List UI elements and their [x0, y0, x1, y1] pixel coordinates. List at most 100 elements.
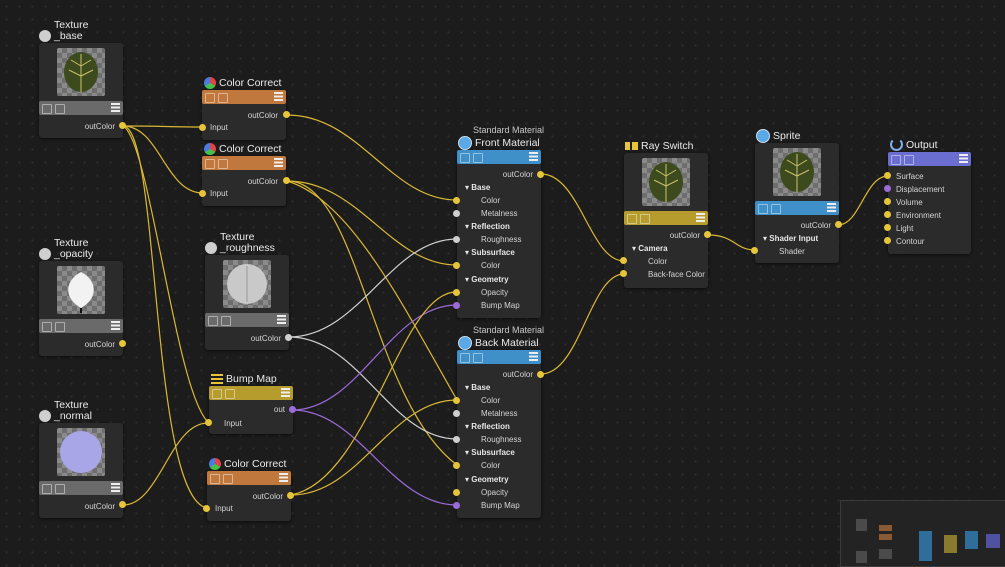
output-port[interactable]	[119, 340, 126, 347]
input-port-bump[interactable]	[453, 502, 460, 509]
input-port-sub-color[interactable]	[453, 462, 460, 469]
menu-icon[interactable]	[111, 321, 120, 330]
section-base[interactable]: ▾ Base	[465, 183, 490, 192]
preview-icon[interactable]	[221, 316, 231, 326]
input-port-surface[interactable]	[884, 172, 891, 179]
output-port[interactable]	[119, 501, 126, 508]
toggle-icon[interactable]	[208, 316, 218, 326]
output-port[interactable]	[283, 177, 290, 184]
preview-icon[interactable]	[218, 93, 228, 103]
input-port-color[interactable]	[620, 257, 627, 264]
menu-icon[interactable]	[111, 103, 120, 112]
output-port[interactable]	[283, 111, 290, 118]
input-port-sub-color[interactable]	[453, 262, 460, 269]
section-reflection[interactable]: ▾ Reflection	[465, 222, 510, 231]
output-port[interactable]	[704, 231, 711, 238]
preview-icon[interactable]	[218, 159, 228, 169]
menu-icon[interactable]	[529, 352, 538, 361]
toggle-icon[interactable]	[42, 322, 52, 332]
input-port-roughness[interactable]	[453, 436, 460, 443]
material-icon	[458, 336, 472, 350]
section-reflection[interactable]: ▾ Reflection	[465, 422, 510, 431]
preview-icon[interactable]	[55, 484, 65, 494]
node-toolbar	[202, 156, 286, 170]
menu-icon[interactable]	[529, 152, 538, 161]
preview-icon[interactable]	[473, 353, 483, 363]
wire	[707, 234, 756, 251]
input-port-roughness[interactable]	[453, 236, 460, 243]
output-port[interactable]	[119, 122, 126, 129]
input-port[interactable]	[199, 124, 206, 131]
output-port[interactable]	[835, 221, 842, 228]
section-geometry[interactable]: ▾ Geometry	[465, 275, 509, 284]
toggle-icon[interactable]	[460, 153, 470, 163]
output-port[interactable]	[287, 492, 294, 499]
wire	[291, 409, 458, 506]
toggle-icon[interactable]	[627, 214, 637, 224]
toggle-icon[interactable]	[205, 93, 215, 103]
input-port-contour[interactable]	[884, 237, 891, 244]
menu-icon[interactable]	[696, 213, 705, 222]
input-port-bump[interactable]	[453, 302, 460, 309]
input-port[interactable]	[203, 505, 210, 512]
input-port-metalness[interactable]	[453, 410, 460, 417]
output-label: outColor	[84, 502, 115, 511]
toggle-icon[interactable]	[212, 389, 222, 399]
minimap-node	[986, 534, 1000, 548]
section-shader-input[interactable]: ▾ Shader Input	[763, 234, 818, 243]
menu-icon[interactable]	[279, 473, 288, 482]
input-port[interactable]	[199, 190, 206, 197]
preview-icon[interactable]	[223, 474, 233, 484]
input-port-light[interactable]	[884, 224, 891, 231]
input-port-color[interactable]	[453, 397, 460, 404]
toggle-icon[interactable]	[205, 159, 215, 169]
menu-icon[interactable]	[277, 315, 286, 324]
toggle-icon[interactable]	[42, 104, 52, 114]
input-label: Input	[210, 123, 228, 132]
menu-icon[interactable]	[827, 203, 836, 212]
input-port-metalness[interactable]	[453, 210, 460, 217]
preview-icon[interactable]	[904, 155, 914, 165]
input-port-displacement[interactable]	[884, 185, 891, 192]
toggle-icon[interactable]	[42, 484, 52, 494]
node-title: _roughness	[220, 242, 275, 254]
input-port-opacity[interactable]	[453, 489, 460, 496]
port-sub-color-label: Color	[481, 261, 501, 270]
toggle-icon[interactable]	[891, 155, 901, 165]
toggle-icon[interactable]	[210, 474, 220, 484]
menu-icon[interactable]	[274, 158, 283, 167]
bump-map-icon	[211, 374, 223, 384]
input-port-volume[interactable]	[884, 198, 891, 205]
output-label: outColor	[247, 111, 278, 120]
input-port-shader[interactable]	[751, 247, 758, 254]
input-port-opacity[interactable]	[453, 289, 460, 296]
input-port-color[interactable]	[453, 197, 460, 204]
menu-icon[interactable]	[281, 388, 290, 397]
preview-icon[interactable]	[225, 389, 235, 399]
output-port[interactable]	[289, 406, 296, 413]
section-base[interactable]: ▾ Base	[465, 383, 490, 392]
menu-icon[interactable]	[274, 92, 283, 101]
section-camera[interactable]: ▾ Camera	[632, 244, 668, 253]
output-port[interactable]	[537, 171, 544, 178]
preview-icon[interactable]	[640, 214, 650, 224]
preview-icon[interactable]	[55, 104, 65, 114]
section-subsurface[interactable]: ▾ Subsurface	[465, 248, 515, 257]
output-port[interactable]	[285, 334, 292, 341]
toggle-icon[interactable]	[758, 204, 768, 214]
wire	[290, 291, 458, 496]
preview-icon[interactable]	[55, 322, 65, 332]
toggle-icon[interactable]	[460, 353, 470, 363]
menu-icon[interactable]	[959, 154, 968, 163]
input-port-backface[interactable]	[620, 270, 627, 277]
menu-icon[interactable]	[111, 483, 120, 492]
preview-icon[interactable]	[771, 204, 781, 214]
preview-icon[interactable]	[473, 153, 483, 163]
sprite-icon	[756, 129, 770, 143]
section-subsurface[interactable]: ▾ Subsurface	[465, 448, 515, 457]
input-port[interactable]	[205, 419, 212, 426]
minimap[interactable]	[840, 500, 1005, 567]
section-geometry[interactable]: ▾ Geometry	[465, 475, 509, 484]
input-port-environment[interactable]	[884, 211, 891, 218]
output-port[interactable]	[537, 371, 544, 378]
